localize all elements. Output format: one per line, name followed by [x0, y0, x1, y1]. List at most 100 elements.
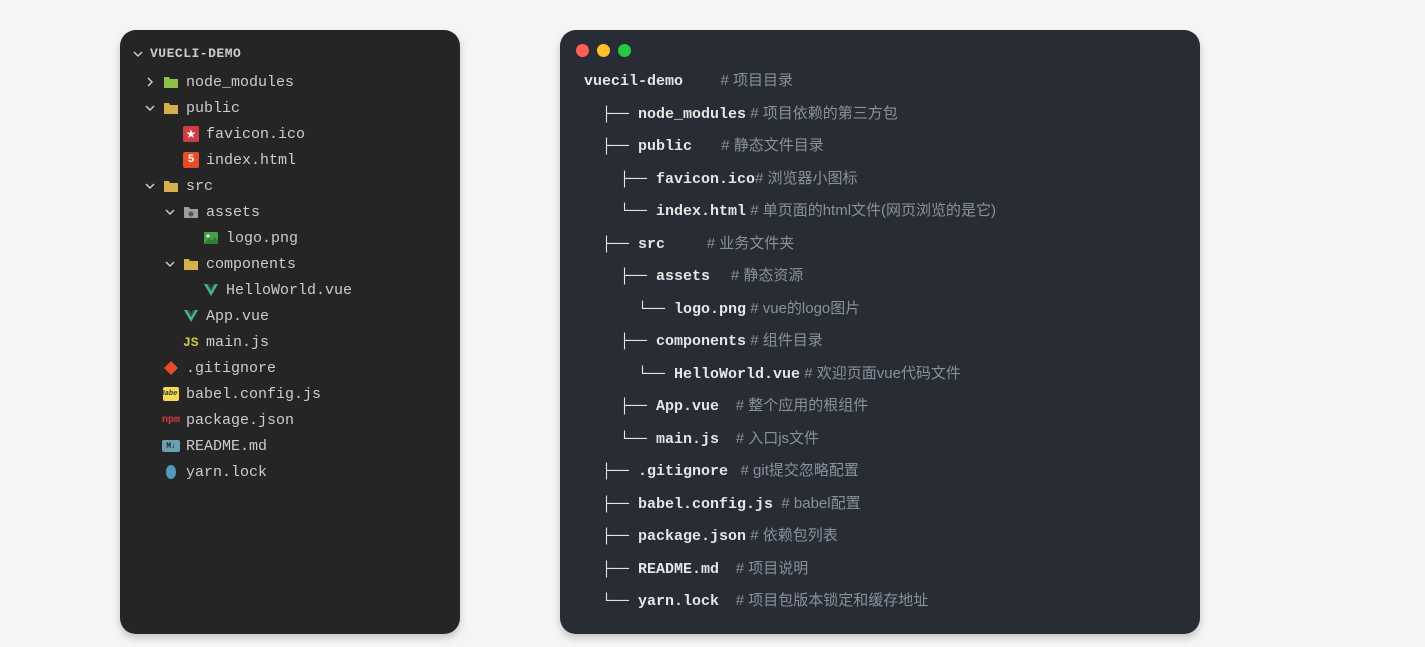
terminal-line: ├── package.json # 依赖包列表 [560, 520, 1200, 553]
tree-branch: ├── [584, 134, 638, 160]
terminal-panel: vuecil-demo # 项目目录 ├── node_modules # 项目… [560, 30, 1200, 634]
tree-branch: └── [584, 362, 674, 388]
explorer-title: VUECLI-DEMO [150, 46, 241, 61]
tree-item-README-md[interactable]: M↓README.md [120, 433, 460, 459]
tree-item-public[interactable]: public [120, 95, 460, 121]
babel-icon: Babel [162, 385, 180, 403]
file-name-label: package.json [186, 412, 294, 429]
explorer-header[interactable]: VUECLI-DEMO [120, 42, 460, 69]
file-name-label: src [186, 178, 213, 195]
tree-item-App-vue[interactable]: App.vue [120, 303, 460, 329]
git-icon [162, 359, 180, 377]
spacer [719, 588, 736, 614]
entry-name: components [656, 329, 746, 355]
chevron-down-icon [164, 206, 176, 218]
chevron-down-icon [132, 48, 144, 60]
tree-item-src[interactable]: src [120, 173, 460, 199]
tree-branch: ├── [584, 264, 656, 290]
tree-item-package-json[interactable]: npm package.json [120, 407, 460, 433]
tree-item-favicon-ico[interactable]: ★ favicon.ico [120, 121, 460, 147]
chevron-down-icon [164, 258, 176, 270]
terminal-line: └── HelloWorld.vue # 欢迎页面vue代码文件 [560, 358, 1200, 391]
terminal-line: ├── src # 业务文件夹 [560, 228, 1200, 261]
terminal-line: ├── babel.config.js # babel配置 [560, 488, 1200, 521]
terminal-line: └── index.html # 单页面的html文件(网页浏览的是它) [560, 195, 1200, 228]
file-name-label: public [186, 100, 240, 117]
window-controls [560, 30, 1200, 65]
tree-item-main-js[interactable]: JSmain.js [120, 329, 460, 355]
tree-branch: └── [584, 297, 674, 323]
folder-yellow [162, 177, 180, 195]
tree-item-logo-png[interactable]: logo.png [120, 225, 460, 251]
terminal-line: ├── public # 静态文件目录 [560, 130, 1200, 163]
entry-name: package.json [638, 524, 746, 550]
entry-comment: # 项目包版本锁定和缓存地址 [736, 588, 929, 614]
terminal-line: ├── favicon.ico# 浏览器小图标 [560, 163, 1200, 196]
entry-comment: # babel配置 [781, 491, 860, 517]
tree-branch: ├── [584, 492, 638, 518]
yarn-icon [162, 463, 180, 481]
tree-item-index-html[interactable]: 5 index.html [120, 147, 460, 173]
entry-comment: # 入口js文件 [736, 426, 819, 452]
terminal-line: ├── .gitignore # git提交忽略配置 [560, 455, 1200, 488]
entry-name: favicon.ico [656, 167, 755, 193]
spacer [773, 491, 781, 517]
entry-comment: # 整个应用的根组件 [736, 393, 869, 419]
entry-comment: # 项目目录 [721, 68, 794, 94]
entry-comment: # 项目说明 [736, 556, 809, 582]
tree-item-HelloWorld-vue[interactable]: HelloWorld.vue [120, 277, 460, 303]
entry-comment: # git提交忽略配置 [741, 458, 859, 484]
entry-name: vuecil-demo [584, 69, 683, 95]
file-name-label: .gitignore [186, 360, 276, 377]
spacer [728, 458, 741, 484]
tree-item--gitignore[interactable]: .gitignore [120, 355, 460, 381]
entry-name: App.vue [656, 394, 719, 420]
tree-item-components[interactable]: components [120, 251, 460, 277]
terminal-line: ├── App.vue # 整个应用的根组件 [560, 390, 1200, 423]
file-name-label: assets [206, 204, 260, 221]
file-name-label: favicon.ico [206, 126, 305, 143]
spacer [683, 68, 721, 94]
terminal-line: vuecil-demo # 项目目录 [560, 65, 1200, 98]
tree-branch: └── [584, 427, 656, 453]
tree-item-babel-config-js[interactable]: Babelbabel.config.js [120, 381, 460, 407]
tree-branch: └── [584, 199, 656, 225]
terminal-line: ├── node_modules # 项目依赖的第三方包 [560, 98, 1200, 131]
entry-name: babel.config.js [638, 492, 773, 518]
entry-comment: # vue的logo图片 [750, 296, 860, 322]
entry-comment: # 欢迎页面vue代码文件 [804, 361, 961, 387]
minimize-dot-icon[interactable] [597, 44, 610, 57]
tree-branch: └── [584, 589, 638, 615]
entry-comment: # 静态资源 [731, 263, 804, 289]
tree-branch: ├── [584, 232, 638, 258]
vue-icon [182, 307, 200, 325]
chevron-down-icon [144, 102, 156, 114]
tree-item-assets[interactable]: assets [120, 199, 460, 225]
spacer [710, 263, 731, 289]
entry-comment: # 静态文件目录 [721, 133, 824, 159]
file-name-label: logo.png [226, 230, 298, 247]
maximize-dot-icon[interactable] [618, 44, 631, 57]
js-icon: JS [182, 333, 200, 351]
entry-name: logo.png [674, 297, 746, 323]
tree-item-yarn-lock[interactable]: yarn.lock [120, 459, 460, 485]
tree-item-node_modules[interactable]: node_modules [120, 69, 460, 95]
entry-comment: # 单页面的html文件(网页浏览的是它) [750, 198, 996, 224]
tree-branch: ├── [584, 167, 656, 193]
image-icon [202, 229, 220, 247]
star-icon: ★ [182, 125, 200, 143]
file-explorer-panel: VUECLI-DEMO node_modulespublic ★ favicon.i… [120, 30, 460, 634]
html5-icon: 5 [182, 151, 200, 169]
close-dot-icon[interactable] [576, 44, 589, 57]
file-name-label: HelloWorld.vue [226, 282, 352, 299]
spacer [665, 231, 707, 257]
terminal-line: └── yarn.lock # 项目包版本锁定和缓存地址 [560, 585, 1200, 618]
file-name-label: components [206, 256, 296, 273]
spacer [692, 133, 721, 159]
terminal-line: └── logo.png # vue的logo图片 [560, 293, 1200, 326]
entry-name: index.html [656, 199, 746, 225]
entry-comment: # 组件目录 [750, 328, 823, 354]
file-name-label: index.html [206, 152, 296, 169]
json-icon: npm [162, 411, 180, 429]
entry-name: assets [656, 264, 710, 290]
